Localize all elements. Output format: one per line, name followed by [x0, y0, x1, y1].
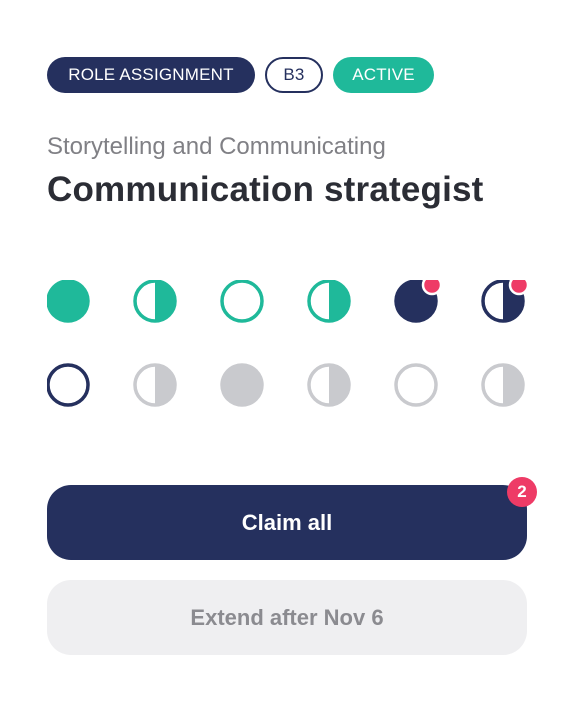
half-circle-icon	[133, 363, 177, 407]
outline-circle-icon	[394, 363, 438, 407]
category-subtitle: Storytelling and Communicating	[47, 133, 386, 160]
claim-count-badge: 2	[507, 477, 537, 507]
progress-markers-grid	[47, 280, 528, 407]
role-assignment-tag: ROLE ASSIGNMENT	[47, 57, 255, 93]
half-circle-icon	[307, 280, 351, 323]
notification-dot	[421, 280, 443, 296]
tag-row: ROLE ASSIGNMENT B3 ACTIVE	[47, 57, 434, 93]
status-tag: ACTIVE	[333, 57, 434, 93]
half-circle-icon	[481, 363, 525, 407]
half-circle-icon	[133, 280, 177, 323]
filled-circle-icon	[394, 280, 443, 323]
outline-circle-icon	[220, 280, 264, 323]
outline-circle-icon	[47, 363, 90, 407]
claim-all-button[interactable]: Claim all	[47, 485, 527, 560]
extend-button[interactable]: Extend after Nov 6	[47, 580, 527, 655]
half-circle-icon	[481, 280, 528, 323]
claim-all-label: Claim all	[241, 509, 333, 535]
notification-dot	[508, 280, 528, 296]
page-title: Communication strategist	[47, 170, 484, 209]
filled-circle-icon	[47, 280, 90, 323]
half-circle-icon	[307, 363, 351, 407]
level-tag: B3	[265, 57, 323, 93]
filled-circle-icon	[220, 363, 264, 407]
extend-label: Extend after Nov 6	[190, 604, 384, 630]
